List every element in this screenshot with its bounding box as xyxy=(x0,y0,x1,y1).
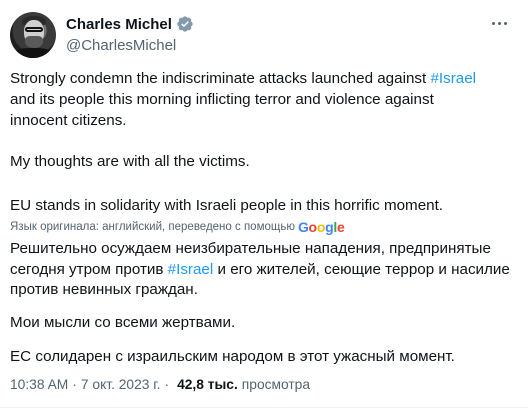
more-options-icon[interactable] xyxy=(484,13,514,33)
meta-separator: · xyxy=(164,377,170,392)
translated-paragraph-3: ЕС солидарен с израильским народом в это… xyxy=(10,348,455,365)
author-name-row: Charles Michel xyxy=(66,15,194,33)
views-label: просмотра xyxy=(241,377,311,392)
tweet-date[interactable]: 7 окт. 2023 г. xyxy=(81,377,161,392)
tweet-meta: 10:38 AM · 7 окт. 2023 г. · 42,8 тыс. пр… xyxy=(10,377,310,392)
tweet-header: Charles Michel @CharlesMichel xyxy=(10,9,518,58)
meta-separator: · xyxy=(72,377,77,392)
tweet-text-paragraph-3: EU stands in solidarity with Israeli peo… xyxy=(10,197,444,214)
translation-note-text: Язык оригинала: английский, переведено с… xyxy=(10,221,295,233)
tweet-text-paragraph-2: My thoughts are with all the victims. xyxy=(10,153,250,170)
author-display-name[interactable]: Charles Michel xyxy=(66,16,172,33)
google-logo: Google xyxy=(297,219,345,235)
translation-note[interactable]: Язык оригинала: английский, переведено с… xyxy=(10,219,345,235)
hashtag-link[interactable]: #Israel xyxy=(168,261,214,278)
avatar[interactable] xyxy=(10,12,56,58)
tweet-text-paragraph-1: Strongly condemn the indiscriminate atta… xyxy=(10,70,477,129)
divider xyxy=(0,407,528,408)
hashtag-link[interactable]: #Israel xyxy=(430,70,476,87)
translated-paragraph-2: Мои мысли со всеми жертвами. xyxy=(10,314,236,331)
author-handle[interactable]: @CharlesMichel xyxy=(66,37,176,54)
verified-badge-icon xyxy=(177,16,193,32)
tweet-time[interactable]: 10:38 AM xyxy=(10,377,68,392)
translated-paragraph-1: Решительно осуждаем неизбирательные напа… xyxy=(10,240,510,298)
views-count: 42,8 тыс. xyxy=(177,377,238,392)
